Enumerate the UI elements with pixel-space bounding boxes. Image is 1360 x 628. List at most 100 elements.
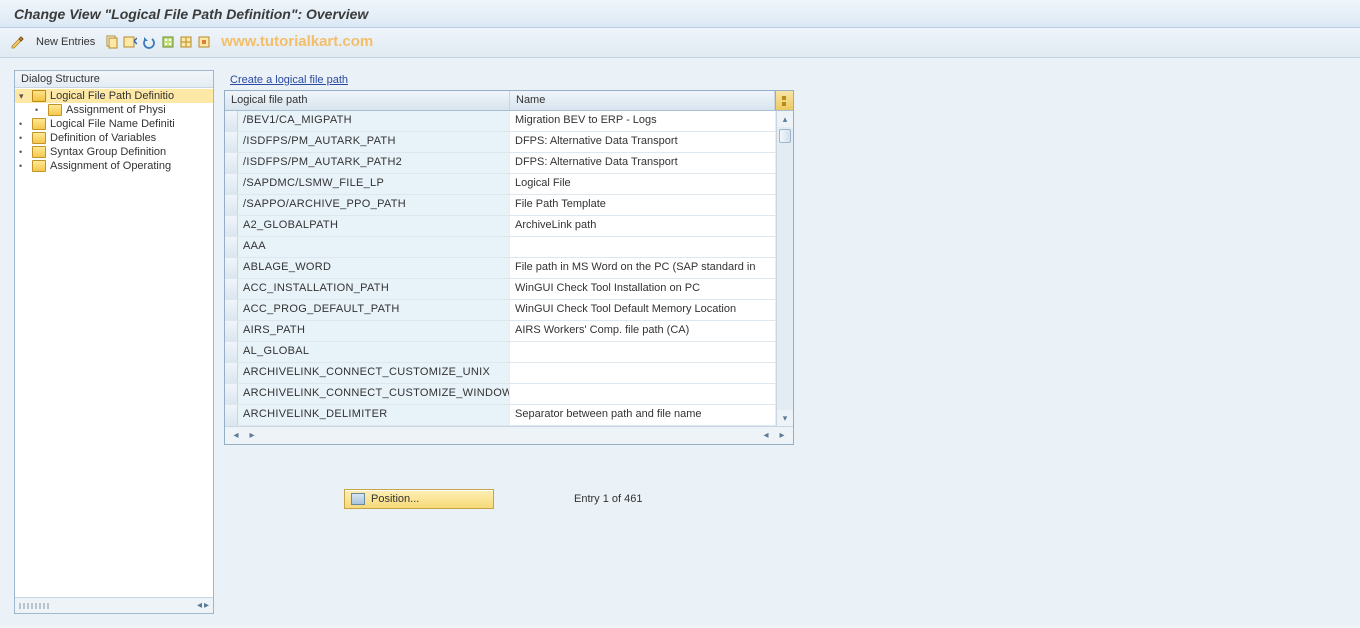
cell-name[interactable]: AIRS Workers' Comp. file path (CA) [510,321,776,341]
expand-icon[interactable]: • [35,105,44,115]
tree-node-label: Assignment of Physi [66,104,166,116]
cell-name[interactable]: WinGUI Check Tool Installation on PC [510,279,776,299]
table-row: A2_GLOBALPATHArchiveLink path [225,216,776,237]
cell-path[interactable]: ACC_INSTALLATION_PATH [238,279,510,299]
tree-node[interactable]: • Syntax Group Definition [15,145,213,159]
tree-node[interactable]: •Assignment of Operating [15,159,213,173]
row-selector[interactable] [225,132,238,152]
cell-path[interactable]: /SAPDMC/LSMW_FILE_LP [238,174,510,194]
cell-name[interactable]: DFPS: Alternative Data Transport [510,153,776,173]
expand-icon[interactable]: • [19,133,28,143]
cell-name[interactable]: WinGUI Check Tool Default Memory Locatio… [510,300,776,320]
row-selector[interactable] [225,258,238,278]
cell-name[interactable] [510,342,776,362]
tree-node[interactable]: ▾Logical File Path Definitio [15,89,213,103]
scroll-down-icon[interactable]: ▾ [777,410,793,426]
edit-icon[interactable] [10,33,26,51]
scroll-track[interactable] [777,127,793,410]
table-row: /SAPDMC/LSMW_FILE_LPLogical File [225,174,776,195]
row-selector[interactable] [225,237,238,257]
collapse-icon[interactable]: ▾ [19,91,28,102]
row-selector[interactable] [225,216,238,236]
cell-path[interactable]: /SAPPO/ARCHIVE_PPO_PATH [238,195,510,215]
resize-handle[interactable] [19,603,49,609]
tree-node[interactable]: •Logical File Name Definiti [15,117,213,131]
table-row: ARCHIVELINK_CONNECT_CUSTOMIZE_UNIX [225,363,776,384]
new-entries-button[interactable]: New Entries [36,33,95,51]
row-selector[interactable] [225,384,238,404]
row-selector[interactable] [225,195,238,215]
copy-icon[interactable] [105,33,119,51]
row-selector[interactable] [225,363,238,383]
cell-name[interactable]: Logical File [510,174,776,194]
cell-name[interactable]: Separator between path and file name [510,405,776,425]
cell-path[interactable]: ARCHIVELINK_CONNECT_CUSTOMIZE_UNIX [238,363,510,383]
table-config-button[interactable] [775,91,793,110]
row-selector[interactable] [225,300,238,320]
grid-deselect-icon[interactable] [197,33,211,51]
row-selector[interactable] [225,111,238,131]
row-selector[interactable] [225,174,238,194]
col-header-name[interactable]: Name [510,91,775,110]
row-selector[interactable] [225,405,238,425]
tree-scroll-right-icon[interactable]: ▸ [204,600,209,611]
folder-open-icon [32,90,46,102]
hscroll-left-icon[interactable]: ◂ [229,430,243,442]
cell-path[interactable]: /ISDFPS/PM_AUTARK_PATH2 [238,153,510,173]
col-header-path[interactable]: Logical file path [225,91,510,110]
tree-node[interactable]: • Assignment of Physi [15,103,213,117]
create-link[interactable]: Create a logical file path [230,74,348,86]
row-selector[interactable] [225,321,238,341]
cell-path[interactable]: ARCHIVELINK_CONNECT_CUSTOMIZE_WINDOWS [238,384,510,404]
cell-path[interactable]: ACC_PROG_DEFAULT_PATH [238,300,510,320]
cell-path[interactable]: ABLAGE_WORD [238,258,510,278]
hscroll-left2-icon[interactable]: ◂ [759,430,773,442]
grid-select-icon[interactable] [179,33,193,51]
tree-node[interactable]: •Definition of Variables [15,131,213,145]
cell-name[interactable] [510,384,776,404]
table-row: /ISDFPS/PM_AUTARK_PATH2DFPS: Alternative… [225,153,776,174]
row-selector[interactable] [225,153,238,173]
cell-path[interactable]: AL_GLOBAL [238,342,510,362]
expand-icon[interactable]: • [19,147,28,157]
cell-path[interactable]: /ISDFPS/PM_AUTARK_PATH [238,132,510,152]
tree-node-label: Syntax Group Definition [50,146,166,158]
expand-icon[interactable]: • [19,161,28,171]
table-row: ABLAGE_WORDFile path in MS Word on the P… [225,258,776,279]
cell-path[interactable]: A2_GLOBALPATH [238,216,510,236]
expand-icon[interactable]: • [19,119,28,129]
save-variant-icon[interactable] [123,33,137,51]
table-header: Logical file path Name [225,91,793,111]
select-all-icon[interactable] [161,33,175,51]
vertical-scrollbar[interactable]: ▴ ▾ [776,111,793,426]
tree-scroll-left-icon[interactable]: ◂ [197,600,202,611]
scroll-up-icon[interactable]: ▴ [777,111,793,127]
tree-header: Dialog Structure [15,71,213,88]
scroll-thumb[interactable] [779,129,791,143]
cell-name[interactable]: DFPS: Alternative Data Transport [510,132,776,152]
cell-name[interactable]: Migration BEV to ERP - Logs [510,111,776,131]
table-row: ARCHIVELINK_CONNECT_CUSTOMIZE_WINDOWS [225,384,776,405]
file-path-table: Logical file path Name /BEV1/CA_MIGPATHM… [224,90,794,445]
hscroll-right-icon[interactable]: ▸ [245,430,259,442]
cell-path[interactable]: /BEV1/CA_MIGPATH [238,111,510,131]
table-row: ARCHIVELINK_DELIMITERSeparator between p… [225,405,776,426]
cell-path[interactable]: ARCHIVELINK_DELIMITER [238,405,510,425]
row-selector[interactable] [225,342,238,362]
content-area: Dialog Structure ▾Logical File Path Defi… [0,58,1360,626]
cell-name[interactable] [510,363,776,383]
position-button[interactable]: Position... [344,489,494,509]
cell-name[interactable]: ArchiveLink path [510,216,776,236]
cell-path[interactable]: AAA [238,237,510,257]
cell-name[interactable] [510,237,776,257]
hscroll-right2-icon[interactable]: ▸ [775,430,789,442]
table-row: /ISDFPS/PM_AUTARK_PATHDFPS: Alternative … [225,132,776,153]
cell-name[interactable]: File Path Template [510,195,776,215]
bottom-row: Position... Entry 1 of 461 [344,489,1346,509]
undo-icon[interactable] [141,33,157,51]
row-selector[interactable] [225,279,238,299]
cell-name[interactable]: File path in MS Word on the PC (SAP stan… [510,258,776,278]
toolbar: New Entries www.tutorialkart.com [0,28,1360,58]
cell-path[interactable]: AIRS_PATH [238,321,510,341]
position-label: Position... [371,493,419,505]
